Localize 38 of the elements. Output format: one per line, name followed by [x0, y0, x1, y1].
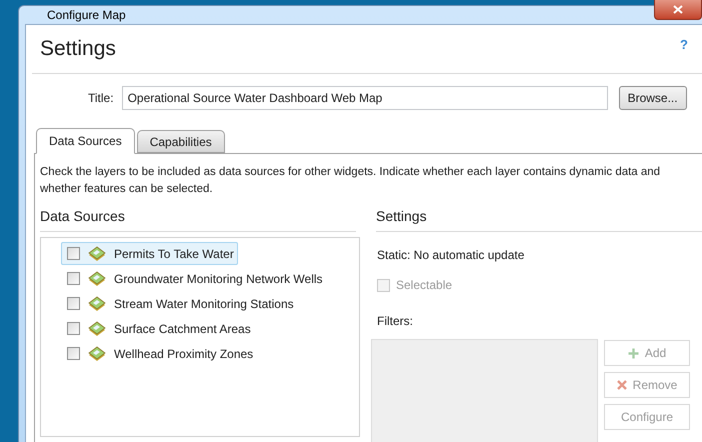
layer-checkbox[interactable] — [67, 347, 80, 360]
description-text: Check the layers to be included as data sources for other widgets. Indicate whether each layer contains dynamic data and whether features can be selected. — [40, 165, 662, 197]
settings-heading: Settings — [40, 36, 116, 62]
layer-row[interactable]: Groundwater Monitoring Network Wells — [61, 267, 327, 290]
browse-button[interactable]: Browse... — [618, 86, 687, 110]
plus-icon — [628, 348, 639, 358]
layer-icon — [88, 270, 106, 286]
selectable-label: Selectable — [396, 277, 452, 294]
close-icon — [616, 380, 627, 390]
title-label: Title: — [88, 90, 114, 107]
settings-subheading: Settings — [376, 207, 428, 226]
layer-checkbox[interactable] — [67, 297, 80, 310]
layer-name: Stream Water Monitoring Stations — [114, 296, 294, 312]
close-icon — [673, 5, 683, 14]
layer-name: Surface Catchment Areas — [114, 320, 251, 338]
help-link[interactable]: ? — [680, 35, 688, 55]
layer-icon — [88, 246, 106, 262]
layer-row[interactable]: Permits To Take Water — [61, 242, 238, 265]
update-mode-text: Static: No automatic update — [377, 247, 526, 264]
tab[interactable]: Capabilities — [136, 130, 225, 153]
layer-name: Wellhead Proximity Zones — [114, 346, 254, 362]
layer-name: Permits To Take Water — [114, 246, 234, 262]
layer-checkbox[interactable] — [67, 247, 80, 260]
filters-label: Filters: — [377, 313, 414, 330]
title-field[interactable]: Operational Source Water Dashboard Web Map — [122, 86, 608, 110]
layer-icon — [88, 346, 106, 362]
layer-name: Groundwater Monitoring Network Wells — [114, 270, 323, 288]
close-button[interactable] — [654, 0, 702, 20]
layer-icon — [88, 296, 106, 312]
data-sources-heading: Data Sources — [40, 207, 126, 226]
layer-row[interactable]: Stream Water Monitoring Stations — [61, 292, 298, 315]
window-title: Configure Map — [47, 7, 126, 24]
layer-row[interactable]: Wellhead Proximity Zones — [61, 342, 258, 365]
layer-checkbox[interactable] — [67, 322, 80, 335]
layer-icon — [88, 320, 106, 336]
layer-checkbox[interactable] — [67, 272, 80, 285]
tab[interactable]: Data Sources — [36, 128, 135, 154]
layer-row[interactable]: Surface Catchment Areas — [61, 317, 255, 340]
